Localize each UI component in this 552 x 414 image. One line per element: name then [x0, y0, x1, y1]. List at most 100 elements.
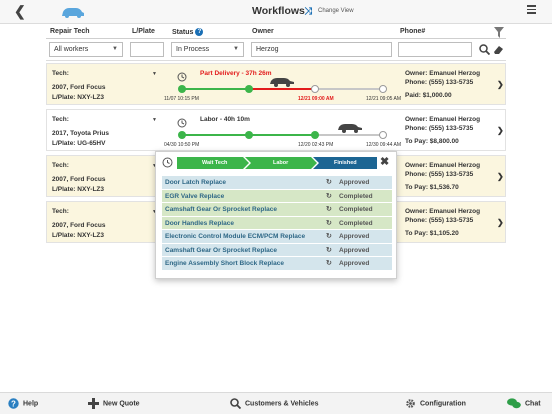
phone-input[interactable] — [398, 42, 472, 57]
owner-phone: Phone: (555) 133-5735 — [405, 217, 474, 224]
new-quote-label: New Quote — [103, 400, 140, 408]
help-icon[interactable]: ? — [195, 28, 204, 36]
close-icon[interactable]: ✖ — [380, 155, 389, 168]
car-icon — [338, 124, 362, 133]
step-labor: Labor — [273, 160, 289, 166]
start-date: 11/07 10:15 PM — [164, 96, 199, 102]
change-view-icon[interactable]: ⤨ — [304, 6, 312, 17]
job-name: Camshaft Gear Or Sprocket Replace — [165, 246, 277, 254]
end-date: 12/21 09:05 AM — [366, 96, 402, 102]
progress-node — [178, 85, 186, 93]
header-divider — [46, 38, 506, 39]
plate-label: L/Plate: NXY-LZ3 — [52, 186, 105, 193]
plate-input[interactable] — [130, 42, 164, 57]
job-item[interactable]: Door Latch Replace ↻ Approved — [162, 176, 392, 190]
repair-tech-select[interactable]: All workers ▼ — [49, 42, 123, 57]
job-item[interactable]: Door Handles Replace ↻ Completed — [162, 216, 392, 230]
owner-name: Owner: Emanuel Herzog — [405, 162, 481, 169]
history-clock-icon[interactable] — [177, 72, 187, 82]
chat-label: Chat — [525, 400, 541, 408]
job-name: EGR Valve Replace — [165, 192, 225, 200]
refresh-icon: ↻ — [326, 206, 332, 213]
workflow-row[interactable]: Tech: ▼ 2007, Ford Focus L/Plate: NXY-LZ… — [46, 63, 506, 105]
history-clock-icon[interactable] — [162, 157, 173, 168]
owner-phone: Phone: (555) 133-5735 — [405, 125, 474, 132]
car-icon — [270, 78, 294, 87]
search-icon[interactable] — [479, 44, 490, 55]
plus-icon — [88, 398, 99, 409]
owner-phone: Phone: (555) 133-5735 — [405, 171, 474, 178]
payment-status: To Pay: $1,105.20 — [405, 230, 459, 237]
tech-dropdown-icon[interactable]: ▼ — [152, 117, 157, 123]
dropdown-caret-icon: ▼ — [112, 46, 118, 52]
customers-vehicles-button[interactable]: Customers & Vehicles — [230, 398, 319, 409]
row-chevron-right-icon[interactable]: ❯ — [497, 172, 504, 181]
tech-dropdown-icon[interactable]: ▼ — [152, 71, 157, 77]
refresh-icon: ↻ — [326, 233, 332, 240]
owner-name: Owner: Emanuel Herzog — [405, 70, 481, 77]
workflow-row[interactable]: Tech: ▼ 2017, Toyota Prius L/Plate: UG-6… — [46, 109, 506, 151]
progress-overdue — [249, 88, 315, 90]
back-chevron-icon[interactable]: ❮ — [14, 3, 26, 20]
hamburger-menu-icon[interactable] — [527, 5, 536, 14]
job-item[interactable]: Camshaft Gear Or Sprocket Replace ↻ Comp… — [162, 203, 392, 217]
page-title: Workflows — [252, 5, 305, 17]
job-status: Approved — [339, 246, 370, 254]
vehicle-label: 2007, Ford Focus — [52, 222, 106, 229]
history-clock-icon[interactable] — [177, 118, 187, 128]
refresh-icon: ↻ — [326, 192, 332, 200]
payment-status: To Pay: $1,536.70 — [405, 184, 459, 191]
help-button[interactable]: ? Help — [8, 398, 38, 409]
status-text: Part Delivery - 37h 26m — [200, 70, 272, 77]
job-item[interactable]: Engine Assembly Short Block Replace ↻ Ap… — [162, 257, 392, 271]
job-name: Engine Assembly Short Block Replace — [165, 260, 284, 267]
plate-label: L/Plate: NXY-LZ3 — [52, 94, 105, 101]
owner-input[interactable]: Herzog — [251, 42, 392, 57]
tech-label: Tech: — [52, 162, 69, 169]
bottom-toolbar: ? Help New Quote Customers & Vehicles Co… — [0, 392, 552, 414]
job-status: Approved — [339, 260, 370, 267]
refresh-icon: ↻ — [326, 260, 332, 267]
chat-button[interactable]: Chat — [507, 398, 541, 409]
header-plate: L/Plate — [132, 28, 155, 35]
search-icon — [230, 398, 241, 409]
job-item[interactable]: Camshaft Gear Or Sprocket Replace ↻ Appr… — [162, 243, 392, 257]
progress-node — [311, 85, 319, 93]
owner-phone: Phone: (555) 133-5735 — [405, 79, 474, 86]
progress-node — [178, 131, 186, 139]
row-chevron-right-icon[interactable]: ❯ — [497, 126, 504, 135]
row-chevron-right-icon[interactable]: ❯ — [497, 80, 504, 89]
chat-bubbles-icon — [507, 398, 521, 409]
header-owner: Owner — [252, 28, 274, 35]
payment-status: To Pay: $8,800.00 — [405, 138, 459, 145]
refresh-icon: ↻ — [326, 219, 332, 227]
status-select[interactable]: In Process ▼ — [171, 42, 244, 57]
vehicle-label: 2007, Ford Focus — [52, 84, 106, 91]
job-status: Completed — [339, 192, 373, 200]
job-name: Camshaft Gear Or Sprocket Replace — [165, 206, 277, 213]
progress-node — [245, 131, 253, 139]
mid-date: 12/20 02:43 PM — [298, 142, 334, 148]
end-date: 12/30 09:44 AM — [366, 142, 402, 148]
progress-done — [181, 88, 249, 90]
job-item[interactable]: EGR Valve Replace ↻ Completed — [162, 189, 392, 203]
progress-track — [178, 85, 387, 93]
mid-date: 12/21 09:00 AM — [298, 96, 334, 102]
job-item[interactable]: Electronic Control Module ECM/PCM Replac… — [162, 230, 392, 244]
clear-filter-eraser-icon[interactable] — [493, 45, 504, 55]
row-chevron-right-icon[interactable]: ❯ — [497, 218, 504, 227]
header-repair-tech: Repair Tech — [50, 28, 90, 35]
change-view-link[interactable]: Change View — [318, 8, 354, 14]
progress-node — [311, 131, 319, 139]
configuration-button[interactable]: Configuration — [405, 398, 466, 409]
help-label: Help — [23, 400, 39, 408]
tech-label: Tech: — [52, 208, 69, 215]
configuration-label: Configuration — [420, 400, 466, 408]
new-quote-button[interactable]: New Quote — [88, 398, 140, 409]
gear-icon — [406, 399, 415, 408]
step-wait-tech: Wait Tech — [202, 160, 228, 166]
vehicle-label: 2007, Ford Focus — [52, 176, 106, 183]
plate-label: L/Plate: UG-65HV — [52, 140, 106, 147]
payment-status: Paid: $1,000.00 — [405, 92, 452, 99]
dropdown-caret-icon: ▼ — [233, 46, 239, 52]
